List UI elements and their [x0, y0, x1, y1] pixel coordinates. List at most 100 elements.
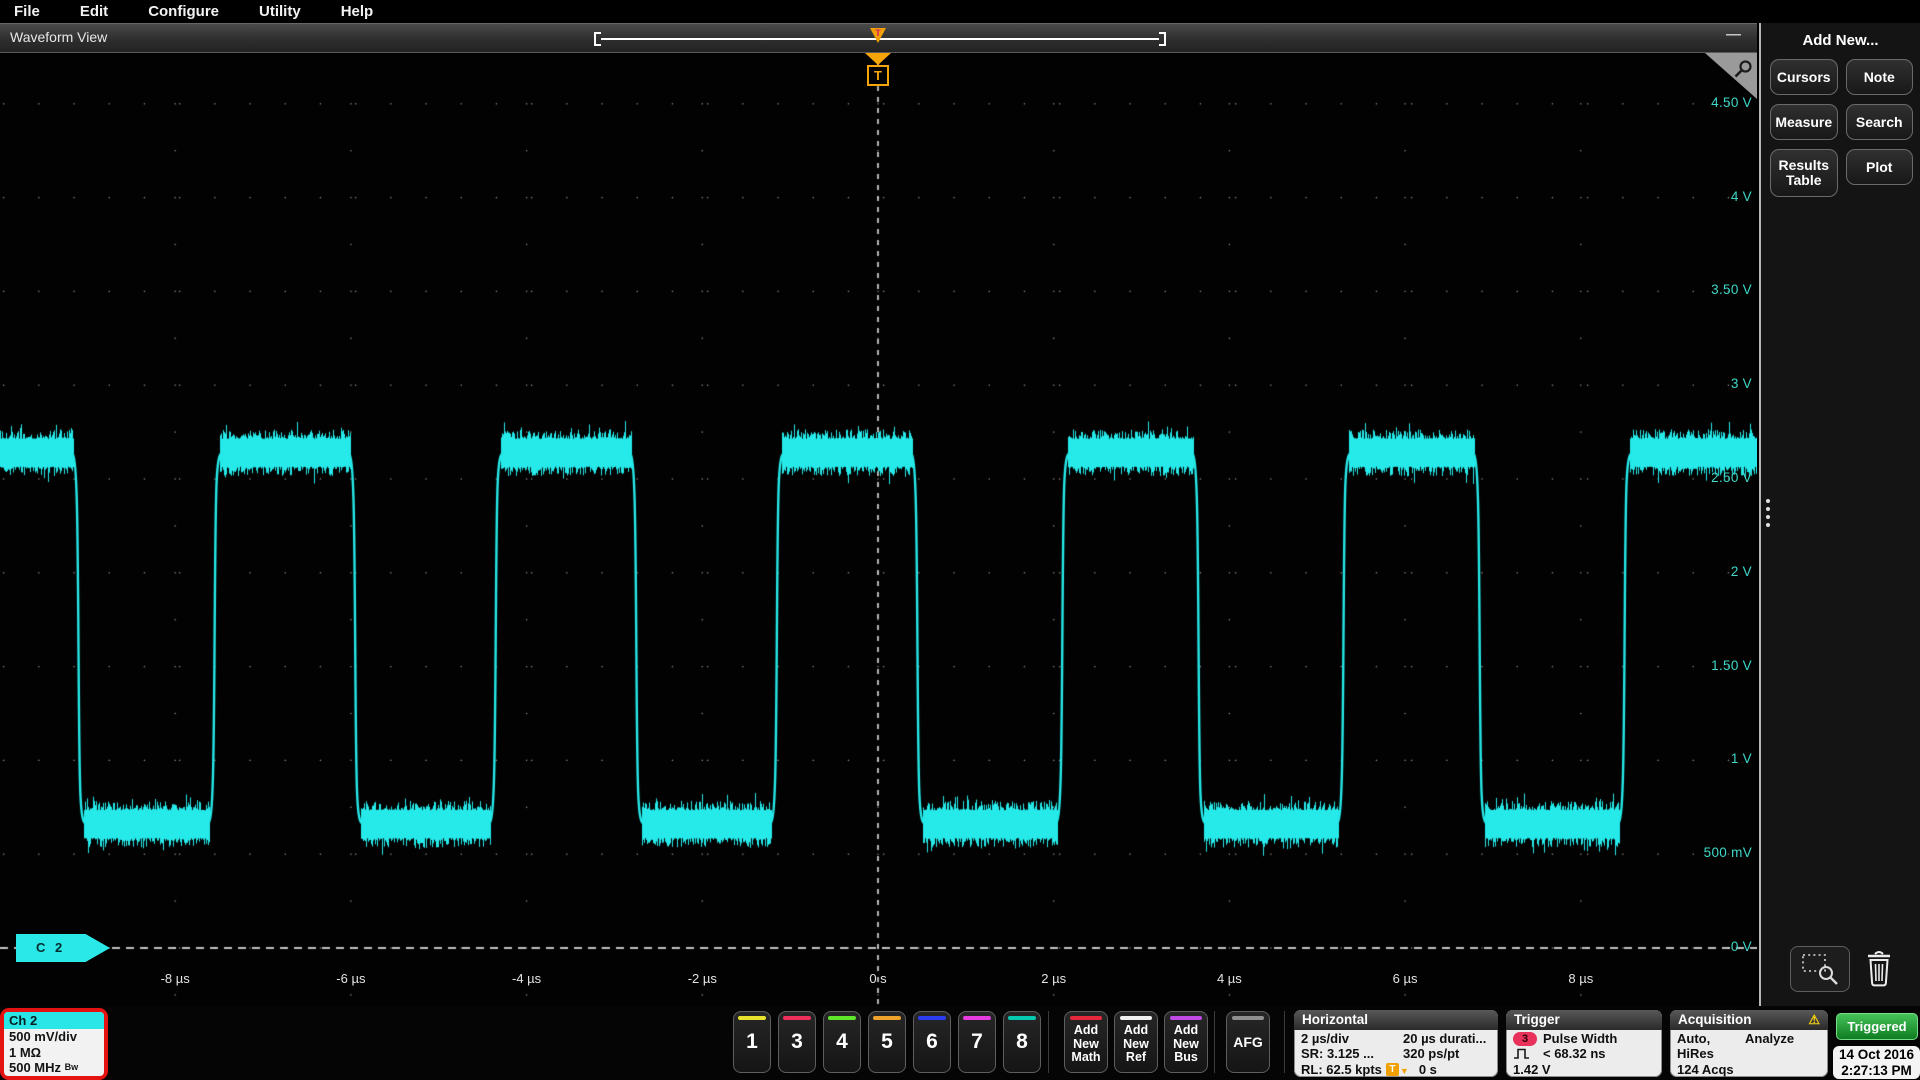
channel-button-3[interactable]: 3 — [778, 1011, 816, 1073]
trigger-condition: < 68.32 ns — [1543, 1046, 1606, 1061]
divider — [1048, 1011, 1049, 1073]
channel-button-1[interactable]: 1 — [733, 1011, 771, 1073]
y-axis-label: 3.50 V — [1668, 282, 1752, 297]
trigger-position-marker[interactable]: T — [864, 53, 892, 86]
horizontal-scale: 2 µs/div — [1301, 1031, 1403, 1046]
y-axis-label: 3 V — [1668, 376, 1752, 391]
acquisition-count: 124 Acqs — [1677, 1062, 1734, 1077]
horizontal-panel-title: Horizontal — [1302, 1010, 1368, 1030]
channel-color-stripe — [738, 1016, 766, 1020]
menu-item-utility[interactable]: Utility — [259, 3, 301, 20]
channel-button-7[interactable]: 7 — [958, 1011, 996, 1073]
track-right-bracket — [1159, 32, 1166, 46]
magnifier-icon — [1732, 59, 1754, 86]
channel-button-5[interactable]: 5 — [868, 1011, 906, 1073]
datetime-display: 14 Oct 2016 2:27:13 PM — [1833, 1046, 1920, 1079]
sidebar-button-search[interactable]: Search — [1846, 104, 1914, 140]
button-color-stripe — [1070, 1016, 1102, 1020]
waveform-view-title: Waveform View — [10, 29, 107, 45]
menu-item-file[interactable]: File — [14, 3, 40, 20]
time-text: 2:27:13 PM — [1833, 1063, 1920, 1079]
y-axis-label: 1.50 V — [1668, 658, 1752, 673]
waveform-canvas[interactable] — [0, 53, 1757, 1006]
channel-button-4[interactable]: 4 — [823, 1011, 861, 1073]
divider — [1214, 1011, 1215, 1073]
trigger-position-flag-icon[interactable]: T — [868, 27, 888, 50]
afg-color-stripe — [1232, 1016, 1264, 1020]
trigger-triangle-icon — [865, 53, 891, 65]
y-axis-label: 0 V — [1668, 939, 1752, 954]
pulse-width-icon — [1513, 1047, 1543, 1060]
zoom-mode-button[interactable] — [1790, 946, 1850, 992]
sidebar-button-cursors[interactable]: Cursors — [1770, 59, 1838, 95]
menu-item-edit[interactable]: Edit — [80, 3, 108, 20]
triggered-status-badge: Triggered — [1836, 1013, 1918, 1040]
y-axis-label: 4 V — [1668, 189, 1752, 204]
trigger-position-icon: T — [1386, 1063, 1399, 1076]
acquisition-analyze: Analyze — [1745, 1031, 1794, 1046]
add-new-ref-button[interactable]: AddNewRef — [1114, 1011, 1158, 1073]
acquisition-panel[interactable]: Acquisition ⚠ Auto, Analyze HiRes 124 Ac… — [1670, 1010, 1828, 1077]
channel2-scale: 500 mV/div — [4, 1029, 104, 1045]
menu-item-help[interactable]: Help — [341, 3, 374, 20]
x-axis-label: -8 µs — [140, 971, 210, 986]
button-color-stripe — [1170, 1016, 1202, 1020]
add-new-bus-button[interactable]: AddNewBus — [1164, 1011, 1208, 1073]
channel-button-6[interactable]: 6 — [913, 1011, 951, 1073]
channel2-badge-name: Ch 2 — [4, 1012, 104, 1029]
y-axis-label: 2.50 V — [1668, 470, 1752, 485]
acquisition-mode: Auto, — [1677, 1031, 1745, 1046]
channel-color-stripe — [783, 1016, 811, 1020]
bottom-settings-bar: Ch 2 500 mV/div 1 MΩ 500 MHz Bw 1345678 … — [0, 1006, 1920, 1080]
sidebar-button-note[interactable]: Note — [1846, 59, 1914, 95]
sidebar-button-results-table[interactable]: Results Table — [1770, 149, 1838, 197]
svg-text:T: T — [875, 28, 881, 38]
x-axis-label: -2 µs — [667, 971, 737, 986]
zoom-box-icon — [1799, 952, 1841, 986]
channel2-impedance: 1 MΩ — [4, 1045, 104, 1061]
horizontal-resolution: 320 ps/pt — [1403, 1046, 1459, 1061]
x-axis-label: 8 µs — [1546, 971, 1616, 986]
waveform-plot[interactable]: 4.50 V4 V3.50 V3 V2.50 V2 V1.50 V1 V500 … — [0, 53, 1757, 1006]
waveform-view-window: Waveform View T — 4.50 V4 V3.50 V3 V2.50… — [0, 23, 1757, 1006]
trigger-type: Pulse Width — [1543, 1031, 1617, 1046]
x-axis-label: 2 µs — [1019, 971, 1089, 986]
x-axis-label: -6 µs — [316, 971, 386, 986]
channel-color-stripe — [918, 1016, 946, 1020]
trash-icon[interactable] — [1863, 950, 1895, 993]
x-axis-label: -4 µs — [492, 971, 562, 986]
warning-icon: ⚠ — [1808, 1011, 1820, 1029]
channel2-bandwidth: 500 MHz Bw — [4, 1060, 104, 1076]
add-new-panel: Add New... CursorsNoteMeasureSearchResul… — [1759, 23, 1920, 1006]
trigger-level: 1.42 V — [1513, 1062, 1551, 1077]
x-axis-label: 0 s — [843, 971, 913, 986]
channel2-badge[interactable]: Ch 2 500 mV/div 1 MΩ 500 MHz Bw — [4, 1012, 104, 1076]
minimize-button[interactable]: — — [1726, 26, 1741, 43]
acquisition-type: HiRes — [1677, 1046, 1714, 1061]
channel-color-stripe — [828, 1016, 856, 1020]
channel-color-stripe — [873, 1016, 901, 1020]
y-axis-label: 1 V — [1668, 751, 1752, 766]
y-axis-label: 2 V — [1668, 564, 1752, 579]
date-text: 14 Oct 2016 — [1833, 1047, 1920, 1063]
channel-button-8[interactable]: 8 — [1003, 1011, 1041, 1073]
add-new-math-button[interactable]: AddNewMath — [1064, 1011, 1108, 1073]
panel-drag-handle[interactable] — [1766, 499, 1770, 527]
horizontal-duration: 20 µs durati... — [1403, 1031, 1486, 1046]
x-axis-label: 6 µs — [1370, 971, 1440, 986]
add-new-title: Add New... — [1761, 32, 1920, 49]
menu-item-configure[interactable]: Configure — [148, 3, 219, 20]
sidebar-button-measure[interactable]: Measure — [1770, 104, 1838, 140]
button-color-stripe — [1120, 1016, 1152, 1020]
y-axis-label: 500 mV — [1668, 845, 1752, 860]
horizontal-panel[interactable]: Horizontal 2 µs/div 20 µs durati... SR: … — [1294, 1010, 1498, 1077]
trigger-panel-title: Trigger — [1514, 1010, 1560, 1030]
trigger-panel[interactable]: Trigger 3 Pulse Width < 68.32 ns 1.42 V — [1506, 1010, 1662, 1077]
horizontal-sample-rate: SR: 3.125 ... — [1301, 1046, 1403, 1061]
horizontal-position: 0 s — [1419, 1062, 1437, 1077]
afg-button[interactable]: AFG — [1226, 1011, 1270, 1073]
trigger-source-badge: 3 — [1513, 1032, 1537, 1046]
x-axis-label: 4 µs — [1194, 971, 1264, 986]
menu-bar: File Edit Configure Utility Help — [0, 0, 1920, 23]
sidebar-button-plot[interactable]: Plot — [1846, 149, 1914, 185]
